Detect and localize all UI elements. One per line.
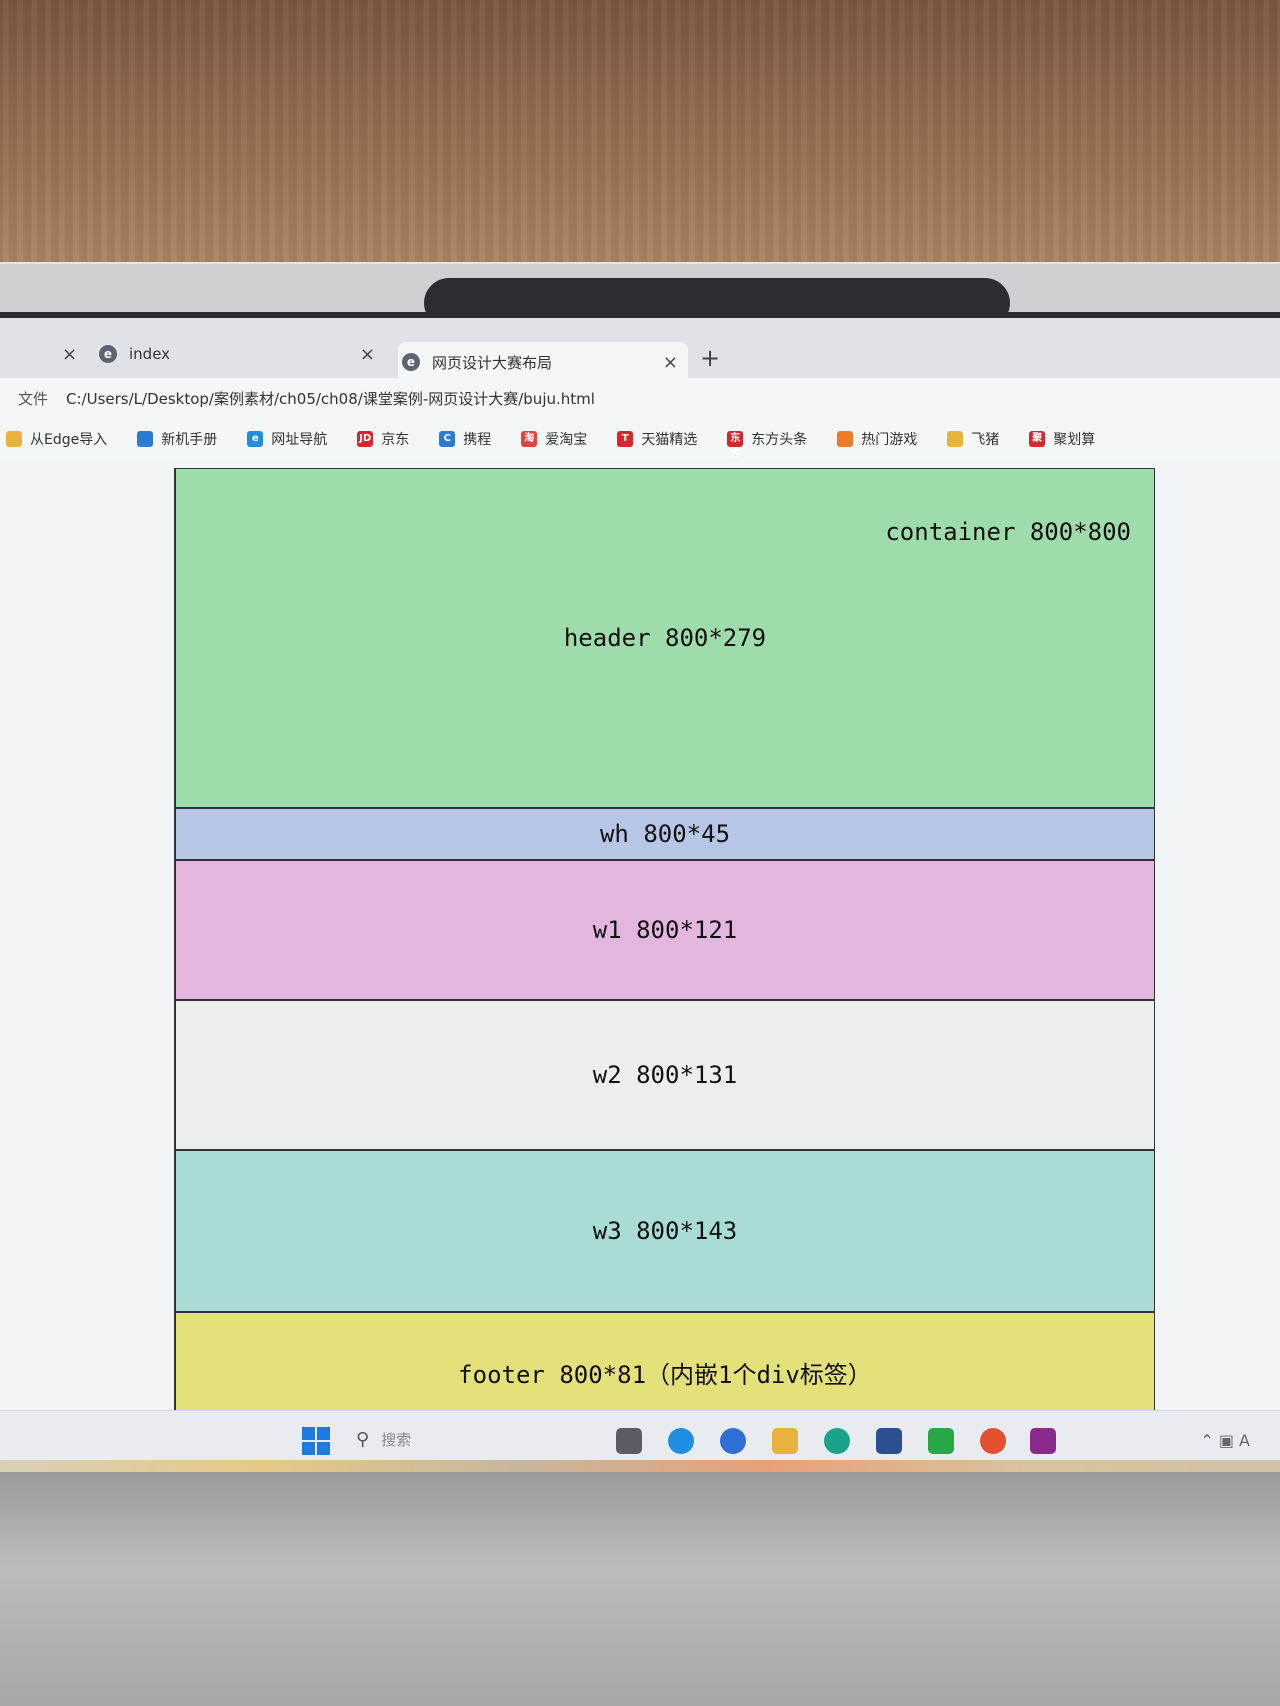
app-taskbar-icon[interactable] xyxy=(720,1428,746,1454)
game-icon xyxy=(837,431,854,447)
favorite-label: 爱淘宝 xyxy=(545,432,588,448)
favorite-label: 从Edge导入 xyxy=(30,432,108,448)
tab-label: index xyxy=(129,345,171,363)
favorite-label: 携程 xyxy=(463,432,492,448)
tmall-icon: T xyxy=(617,431,634,447)
task-view-icon[interactable] xyxy=(616,1428,642,1454)
file-explorer-icon[interactable] xyxy=(772,1428,798,1454)
favorites-bar: 从Edge导入 新机手册 e 网址导航 JD 京东 C 携程 淘爱淘宝 T 天猫精选 东方 东方头条 热门… xyxy=(0,418,1280,461)
browser-icon[interactable] xyxy=(980,1428,1006,1454)
footer-block: footer 800*81（内嵌1个div标签） xyxy=(175,1312,1155,1412)
dftt-icon: 东方 xyxy=(727,431,744,460)
edge-dev-icon[interactable] xyxy=(824,1428,850,1454)
wooden-wall-background xyxy=(0,0,1280,300)
favorite-item[interactable]: 热门游戏 xyxy=(837,429,917,449)
favorite-label: 网址导航 xyxy=(271,432,328,448)
w2-label: w2 800*131 xyxy=(592,1061,738,1089)
laptop-keyboard-deck xyxy=(0,1472,1280,1706)
favorite-item[interactable]: e 网址导航 xyxy=(247,429,327,449)
favorite-item[interactable]: T 天猫精选 xyxy=(617,429,697,449)
favorite-item[interactable]: 新机手册 xyxy=(137,429,217,449)
edge-icon: e xyxy=(247,431,264,447)
favorite-item[interactable]: 东方 东方头条 xyxy=(727,429,808,460)
footer-label: footer 800*81（内嵌1个div标签） xyxy=(458,1361,872,1389)
page-content: header 800*279 container 800*800 wh 800*… xyxy=(0,460,1280,1428)
browser-tab-bar: × e index × e 网页设计大赛布局 × + xyxy=(0,318,1280,382)
layout-container: header 800*279 container 800*800 wh 800*… xyxy=(174,468,1155,1428)
spreadsheet-icon[interactable] xyxy=(928,1428,954,1454)
favorite-item[interactable]: 飞猪 xyxy=(947,429,999,449)
address-bar[interactable]: 文件 C:/Users/L/Desktop/案例素材/ch05/ch08/课堂案… xyxy=(0,378,1280,418)
search-placeholder: 搜索 xyxy=(381,1431,412,1449)
manual-icon xyxy=(137,431,154,447)
tab-label: 网页设计大赛布局 xyxy=(432,353,553,372)
w3-block: w3 800*143 xyxy=(175,1150,1155,1312)
container-label: container 800*800 xyxy=(885,518,1131,546)
taskbar-search[interactable]: ⚲ 搜索 xyxy=(356,1429,411,1450)
close-tab-icon[interactable]: × xyxy=(62,344,77,365)
jd-icon: JD xyxy=(357,431,374,447)
system-tray-icon[interactable]: ⌃ ▣ A xyxy=(1200,1431,1250,1450)
close-tab-icon[interactable]: × xyxy=(663,352,678,373)
ctrip-icon: C xyxy=(439,431,456,447)
tab-layout-page[interactable]: e 网页设计大赛布局 × xyxy=(398,342,688,382)
favorite-item[interactable]: 淘爱淘宝 xyxy=(521,429,587,449)
w3-label: w3 800*143 xyxy=(592,1217,738,1245)
laptop-screen: × e index × e 网页设计大赛布局 × + 文件 C:/Users/L… xyxy=(0,312,1280,1478)
wh-block: wh 800*45 xyxy=(175,808,1155,860)
header-label: header 800*279 xyxy=(563,624,767,652)
file-protocol-label: 文件 xyxy=(18,389,49,408)
favorite-label: 聚划算 xyxy=(1053,432,1096,448)
favorite-item[interactable]: 从Edge导入 xyxy=(6,429,107,449)
w1-block: w1 800*121 xyxy=(175,860,1155,1000)
edge-icon: e xyxy=(402,353,420,371)
new-tab-button[interactable]: + xyxy=(700,344,720,372)
favorite-item[interactable]: 聚聚划算 xyxy=(1029,429,1095,449)
search-icon: ⚲ xyxy=(356,1429,370,1450)
folder-icon xyxy=(6,431,22,447)
favorite-item[interactable]: C 携程 xyxy=(439,429,491,449)
edge-taskbar-icon[interactable] xyxy=(668,1428,694,1454)
edge-icon: e xyxy=(99,345,117,363)
favorite-label: 新机手册 xyxy=(161,432,218,448)
favorite-label: 天猫精选 xyxy=(641,432,698,448)
w1-label: w1 800*121 xyxy=(592,916,738,944)
favorite-label: 热门游戏 xyxy=(861,432,918,448)
favorite-label: 东方头条 xyxy=(751,432,808,448)
favorite-label: 飞猪 xyxy=(971,432,1000,448)
juhuasuan-icon: 聚 xyxy=(1029,431,1046,447)
taobao-icon: 淘 xyxy=(521,431,538,447)
tab-index[interactable]: e index × xyxy=(95,334,385,374)
favorite-label: 京东 xyxy=(381,432,410,448)
close-tab-icon[interactable]: × xyxy=(360,344,375,365)
wh-label: wh 800*45 xyxy=(599,820,731,848)
windows-start-icon[interactable] xyxy=(302,1427,330,1455)
favorite-item[interactable]: JD 京东 xyxy=(357,429,409,449)
store-icon[interactable] xyxy=(876,1428,902,1454)
url-text[interactable]: C:/Users/L/Desktop/案例素材/ch05/ch08/课堂案例-网… xyxy=(66,388,595,409)
w2-block: w2 800*131 xyxy=(175,1000,1155,1150)
design-app-icon[interactable] xyxy=(1030,1428,1056,1454)
fliggy-icon xyxy=(947,431,964,447)
